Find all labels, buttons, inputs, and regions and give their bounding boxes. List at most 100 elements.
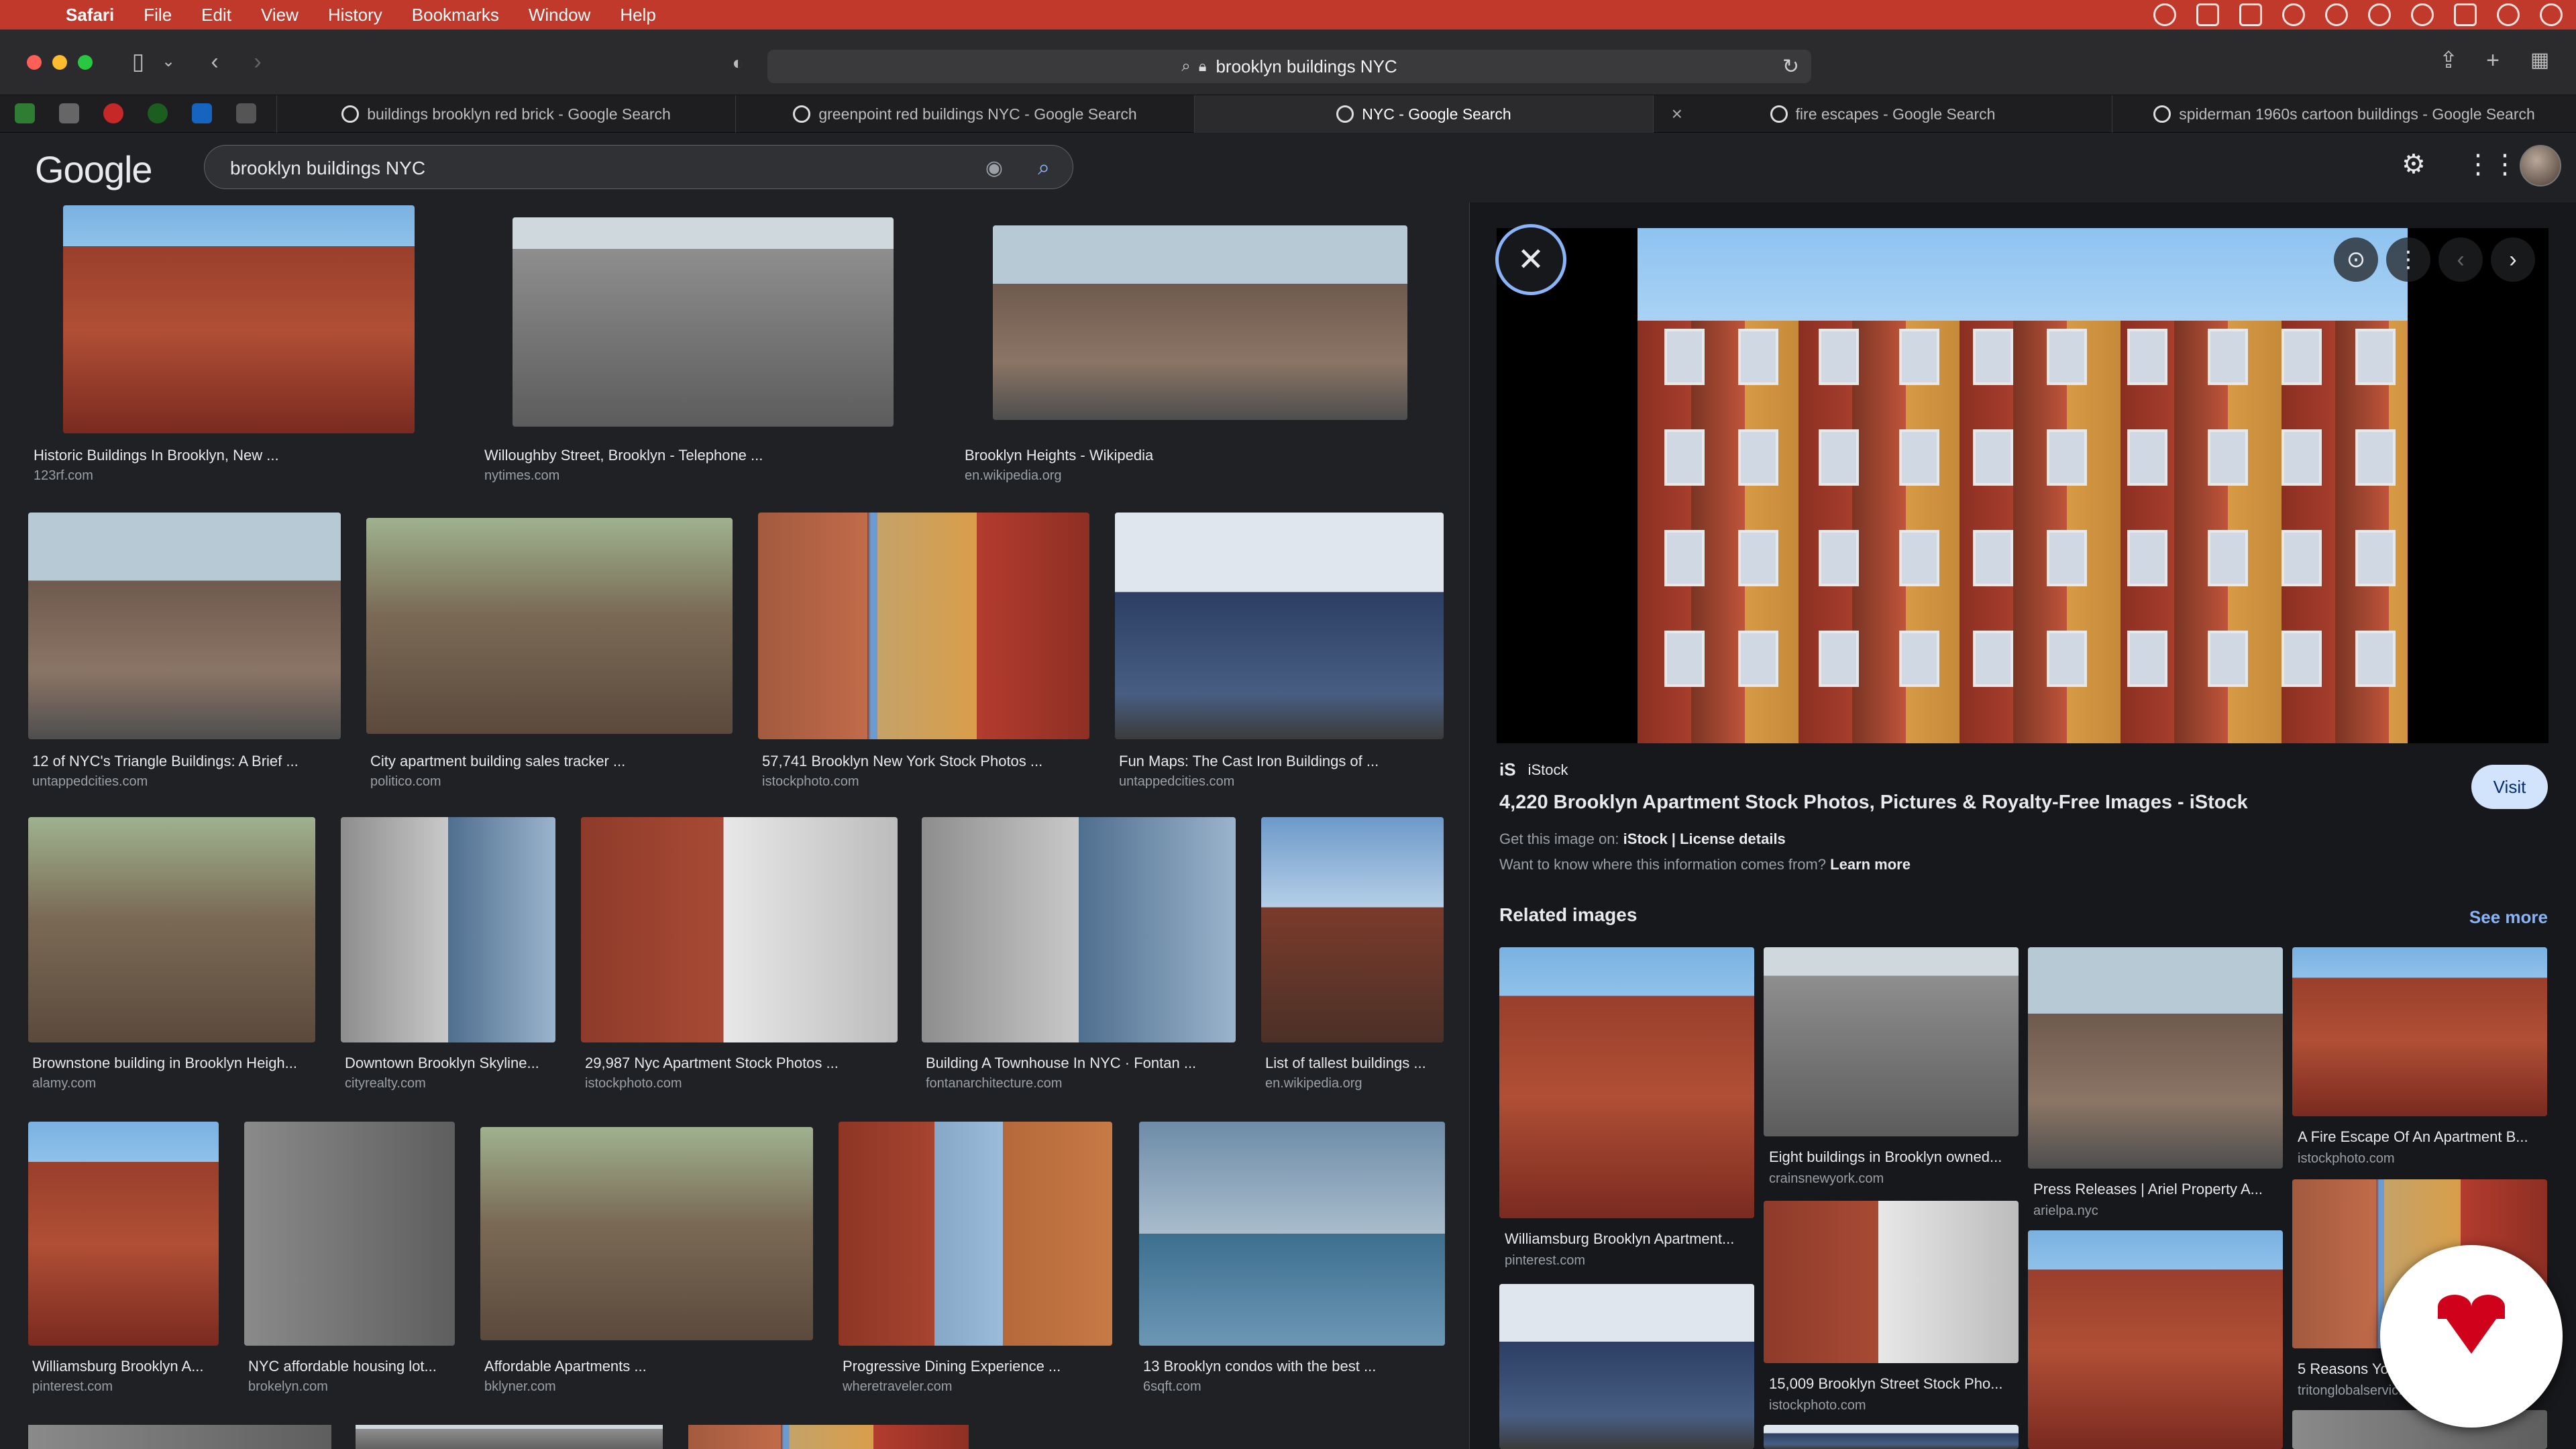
chevron-right-icon[interactable]: › [2491,237,2535,282]
result-thumbnail[interactable] [758,513,1089,739]
gear-icon[interactable]: ⚙ [2402,149,2426,180]
share-icon[interactable]: ⇪ [2435,47,2462,74]
apps-grid-icon[interactable]: ⋮⋮ [2465,149,2518,180]
menu-bookmarks[interactable]: Bookmarks [412,5,499,25]
related-title[interactable]: A Fire Escape Of An Apartment B... [2298,1128,2528,1146]
chevron-left-icon[interactable]: ‹ [2438,237,2483,282]
result-thumbnail[interactable] [63,205,415,433]
pinned-pinterest-icon[interactable] [103,103,123,123]
menu-safari[interactable]: Safari [66,5,114,25]
pinned-tab-icon[interactable] [148,103,168,123]
result-thumbnail[interactable] [839,1122,1112,1346]
address-bar[interactable]: ⌕ 🔒︎ brooklyn buildings NYC ↻ [767,50,1811,83]
result-thumbnail[interactable] [1261,817,1444,1042]
status-sync-icon[interactable] [2282,3,2305,26]
result-thumbnail[interactable] [922,817,1236,1042]
related-thumbnail[interactable] [1764,1425,2019,1449]
camera-icon[interactable]: ◉ [985,156,1003,180]
more-options-icon[interactable]: ⋮ [2386,237,2430,282]
search-box[interactable]: brooklyn buildings NYC ◉ ⌕ [204,145,1073,189]
result-title[interactable]: Downtown Brooklyn Skyline... [345,1055,539,1072]
related-title[interactable]: 15,009 Brooklyn Street Stock Pho... [1769,1375,2003,1393]
menu-history[interactable]: History [328,5,382,25]
result-thumbnail[interactable] [28,817,315,1042]
result-thumbnail[interactable] [1115,513,1444,739]
result-thumbnail[interactable] [28,1122,219,1346]
result-thumbnail[interactable] [581,817,898,1042]
related-thumbnail[interactable] [1499,947,1754,1218]
learn-more-link[interactable]: Learn more [1830,856,1911,873]
wifi-icon[interactable] [2368,3,2391,26]
preview-title[interactable]: 4,220 Brooklyn Apartment Stock Photos, P… [1499,792,2248,814]
menu-file[interactable]: File [144,5,172,25]
search-icon[interactable]: ⌕ [1038,155,1050,180]
related-thumbnail[interactable] [1764,947,2019,1136]
result-title[interactable]: Building A Townhouse In NYC · Fontan ... [926,1055,1196,1072]
related-title[interactable]: Williamsburg Brooklyn Apartment... [1505,1230,1734,1248]
result-title[interactable]: Brownstone building in Brooklyn Heigh... [32,1055,297,1072]
related-title[interactable]: Eight buildings in Brooklyn owned... [1769,1148,2002,1166]
menu-help[interactable]: Help [620,5,655,25]
pinned-tab-icon[interactable] [59,103,79,123]
search-input[interactable]: brooklyn buildings NYC [230,158,425,179]
result-thumbnail[interactable] [993,225,1407,420]
visit-button[interactable]: Visit [2471,765,2548,809]
source-row[interactable]: iS iStock [1499,759,1568,780]
result-title[interactable]: List of tallest buildings ... [1265,1055,1426,1072]
result-thumbnail[interactable] [366,518,733,734]
menu-window[interactable]: Window [529,5,590,25]
preview-image[interactable] [1638,228,2408,743]
shield-icon[interactable] [2325,3,2348,26]
window-close-button[interactable] [27,55,42,70]
window-minimize-button[interactable] [52,55,67,70]
result-title[interactable]: Brooklyn Heights - Wikipedia [965,447,1153,464]
avatar[interactable] [2520,145,2561,186]
privacy-shield-icon[interactable]: ◐ [724,50,751,76]
related-thumbnail[interactable] [2028,1230,2283,1449]
lens-icon[interactable]: ⊙ [2334,237,2378,282]
related-title[interactable]: Press Releases | Ariel Property A... [2033,1181,2263,1198]
result-title[interactable]: Progressive Dining Experience ... [843,1358,1061,1375]
status-circle-icon[interactable] [2153,3,2176,26]
result-title[interactable]: Willoughby Street, Brooklyn - Telephone … [484,447,763,464]
result-title[interactable]: 12 of NYC's Triangle Buildings: A Brief … [32,753,299,770]
window-zoom-button[interactable] [78,55,93,70]
control-center-icon[interactable] [2454,3,2477,26]
pinned-tab-icon[interactable] [236,103,256,123]
source-name[interactable]: iStock [1528,761,1568,779]
result-thumbnail[interactable] [28,1425,331,1449]
tab-4[interactable]: spiderman 1960s cartoon buildings - Goog… [2112,95,2576,133]
sidebar-icon[interactable]: ▯ [125,48,152,75]
pinned-tab-icon[interactable] [192,103,212,123]
result-title[interactable]: 57,741 Brooklyn New York Stock Photos ..… [762,753,1042,770]
result-title[interactable]: Affordable Apartments ... [484,1358,647,1375]
license-link[interactable]: iStock | License details [1623,830,1786,847]
related-thumbnail[interactable] [2028,947,2283,1169]
result-thumbnail[interactable] [480,1127,813,1340]
related-thumbnail[interactable] [1499,1284,1754,1449]
tab-2[interactable]: NYC - Google Search × [1194,95,1682,133]
result-thumbnail[interactable] [341,817,555,1042]
result-title[interactable]: Williamsburg Brooklyn A... [32,1358,204,1375]
related-thumbnail[interactable] [1764,1201,2019,1363]
result-thumbnail[interactable] [1139,1122,1445,1346]
back-button[interactable]: ‹ [201,48,228,75]
floating-app-button[interactable] [2380,1245,2563,1428]
forward-button[interactable]: › [244,48,271,75]
result-title[interactable]: NYC affordable housing lot... [248,1358,437,1375]
status-app-icon[interactable] [2196,3,2219,26]
result-thumbnail[interactable] [688,1425,969,1449]
tab-1[interactable]: greenpoint red buildings NYC - Google Se… [735,95,1194,133]
tab-0[interactable]: buildings brooklyn red brick - Google Se… [276,95,735,133]
result-title[interactable]: 29,987 Nyc Apartment Stock Photos ... [585,1055,839,1072]
see-more-link[interactable]: See more [2469,907,2548,928]
result-title[interactable]: Historic Buildings In Brooklyn, New ... [34,447,279,464]
result-thumbnail[interactable] [244,1122,455,1346]
menu-view[interactable]: View [261,5,299,25]
reload-icon[interactable]: ↻ [1782,55,1799,78]
result-title[interactable]: 13 Brooklyn condos with the best ... [1143,1358,1376,1375]
close-icon[interactable]: ✕ [1495,224,1566,295]
siri-icon[interactable] [2497,3,2520,26]
google-logo[interactable]: Google [35,148,153,191]
related-thumbnail[interactable] [2292,947,2547,1116]
